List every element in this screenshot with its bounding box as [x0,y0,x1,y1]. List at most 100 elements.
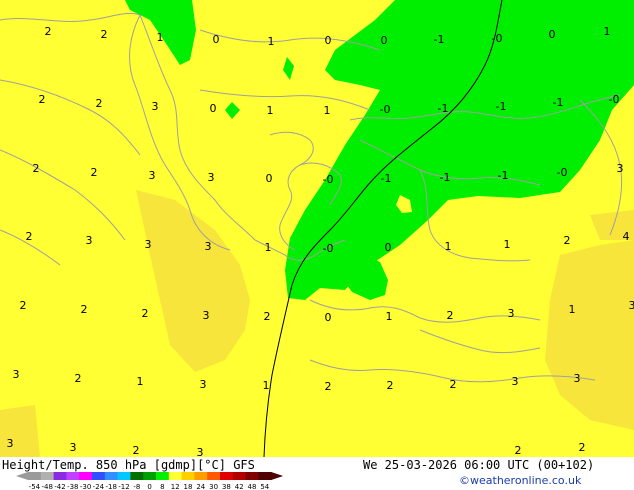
map-value-label: 1 [268,35,275,48]
map-value-label: 3 [197,446,204,457]
legend-swatch [40,472,55,480]
map-value-label: 2 [264,310,271,323]
legend-tick-label: -48 [41,483,52,490]
legend-swatch [117,472,131,480]
map-value-label: 0 [325,34,332,47]
legend-swatch [207,472,221,480]
map-value-label: -0 [492,32,503,45]
legend-tick-label: -24 [93,483,105,490]
legend-swatch [168,472,183,480]
legend-color-bar [16,472,284,480]
map-value-label: 2 [81,303,88,316]
map-value-label: 2 [91,166,98,179]
credit-link[interactable]: ©weatheronline.co.uk [459,474,581,487]
map-value-label: 0 [549,28,556,41]
map-value-label: 0 [213,33,220,46]
legend-tick-label: 0 [147,483,151,490]
map-value-label: 2 [101,28,108,41]
legend-swatch [92,472,106,480]
map-value-label: 0 [385,241,392,254]
map-value-label: 0 [325,311,332,324]
map-value-label: 3 [508,307,515,320]
map-value-label: 0 [266,172,273,185]
map-value-label: 0 [210,102,217,115]
legend-tick-label: 30 [209,483,218,490]
legend-swatch [258,472,272,480]
legend-swatch [130,472,144,480]
map-value-label: 3 [629,299,634,312]
map-value-label: -1 [553,96,564,109]
legend-swatch [143,472,157,480]
map-value-label: 2 [325,380,332,393]
map-value-label: 1 [267,104,274,117]
legend-swatch [245,472,259,480]
color-legend: -54 -48 -42 -38 -30 -24 -18 -12 -8 0 8 12 18 24 30 38 42… [16,472,284,490]
map-value-label: 2 [450,378,457,391]
map-value-label: 1 [157,31,164,44]
temperature-map: 2 2 1 0 1 0 0 -1 -0 0 1 2 2 3 0 1 1 -0 -1 -1 -1 -0 2 2 3 3 0 -0 -1 -1… [0,0,634,457]
legend-tick-label: -12 [118,483,129,490]
legend-tick-label: 24 [196,483,205,490]
legend-swatch [79,472,93,480]
map-value-label: 2 [515,444,522,457]
map-value-label: 2 [45,25,52,38]
map-value-label: 2 [39,93,46,106]
map-value-label: 3 [149,169,156,182]
legend-swatch [53,472,67,480]
map-value-label: 1 [265,241,272,254]
legend-tick-labels: -54 -48 -42 -38 -30 -24 -18 -12 -8 0 8 12 18 24 30 38 42… [29,483,270,490]
map-value-label: -1 [498,169,509,182]
legend-swatch [66,472,80,480]
legend-tick-label: -42 [54,483,65,490]
legend-swatch [194,472,208,480]
legend-swatch [220,472,234,480]
map-value-label: 3 [13,368,20,381]
map-value-label: 1 [604,25,611,38]
map-value-label: 2 [96,97,103,110]
legend-tick-label: -30 [80,483,91,490]
map-value-label: 2 [579,441,586,454]
map-value-label: 2 [564,234,571,247]
legend-arrow-low [16,472,28,480]
map-value-label: 1 [263,379,270,392]
map-value-label: 1 [569,303,576,316]
map-value-label: 3 [145,238,152,251]
valid-time: We 25-03-2026 06:00 UTC (00+102) [363,458,595,472]
legend-tick-label: 54 [260,483,269,490]
map-value-label: 4 [623,230,630,243]
legend-tick-label: 48 [248,483,257,490]
map-value-label: 3 [512,375,519,388]
map-value-label: -1 [434,33,445,46]
legend-swatch [181,472,195,480]
map-value-label: -0 [323,173,334,186]
map-value-label: 2 [387,379,394,392]
legend-arrow-high [271,472,284,480]
map-value-label: -0 [380,103,391,116]
map-value-label: 3 [205,240,212,253]
map-value-label: 3 [200,378,207,391]
map-value-label: 3 [7,437,14,450]
map-value-label: -1 [496,100,507,113]
map-value-label: 1 [324,104,331,117]
legend-tick-label: -38 [67,483,78,490]
map-value-label: 3 [203,309,210,322]
map-value-label: 2 [26,230,33,243]
legend-tick-label: 38 [222,483,231,490]
legend-swatch [104,472,119,480]
map-value-label: 2 [447,309,454,322]
legend-tick-label: 42 [235,483,244,490]
map-value-label: -1 [381,172,392,185]
legend-tick-label: 8 [160,483,164,490]
map-value-label: -1 [440,171,451,184]
map-footer: Height/Temp. 850 hPa [gdmp][°C] GFS We 2… [0,457,634,490]
map-value-label: 1 [137,375,144,388]
legend-tick-label: -18 [105,483,116,490]
map-value-label: 3 [152,100,159,113]
map-value-label: 0 [381,34,388,47]
legend-tick-label: -54 [29,483,41,490]
map-value-label: 2 [75,372,82,385]
map-value-label: -1 [438,102,449,115]
map-value-label: 2 [33,162,40,175]
map-value-label: -0 [323,242,334,255]
map-value-label: -0 [557,166,568,179]
